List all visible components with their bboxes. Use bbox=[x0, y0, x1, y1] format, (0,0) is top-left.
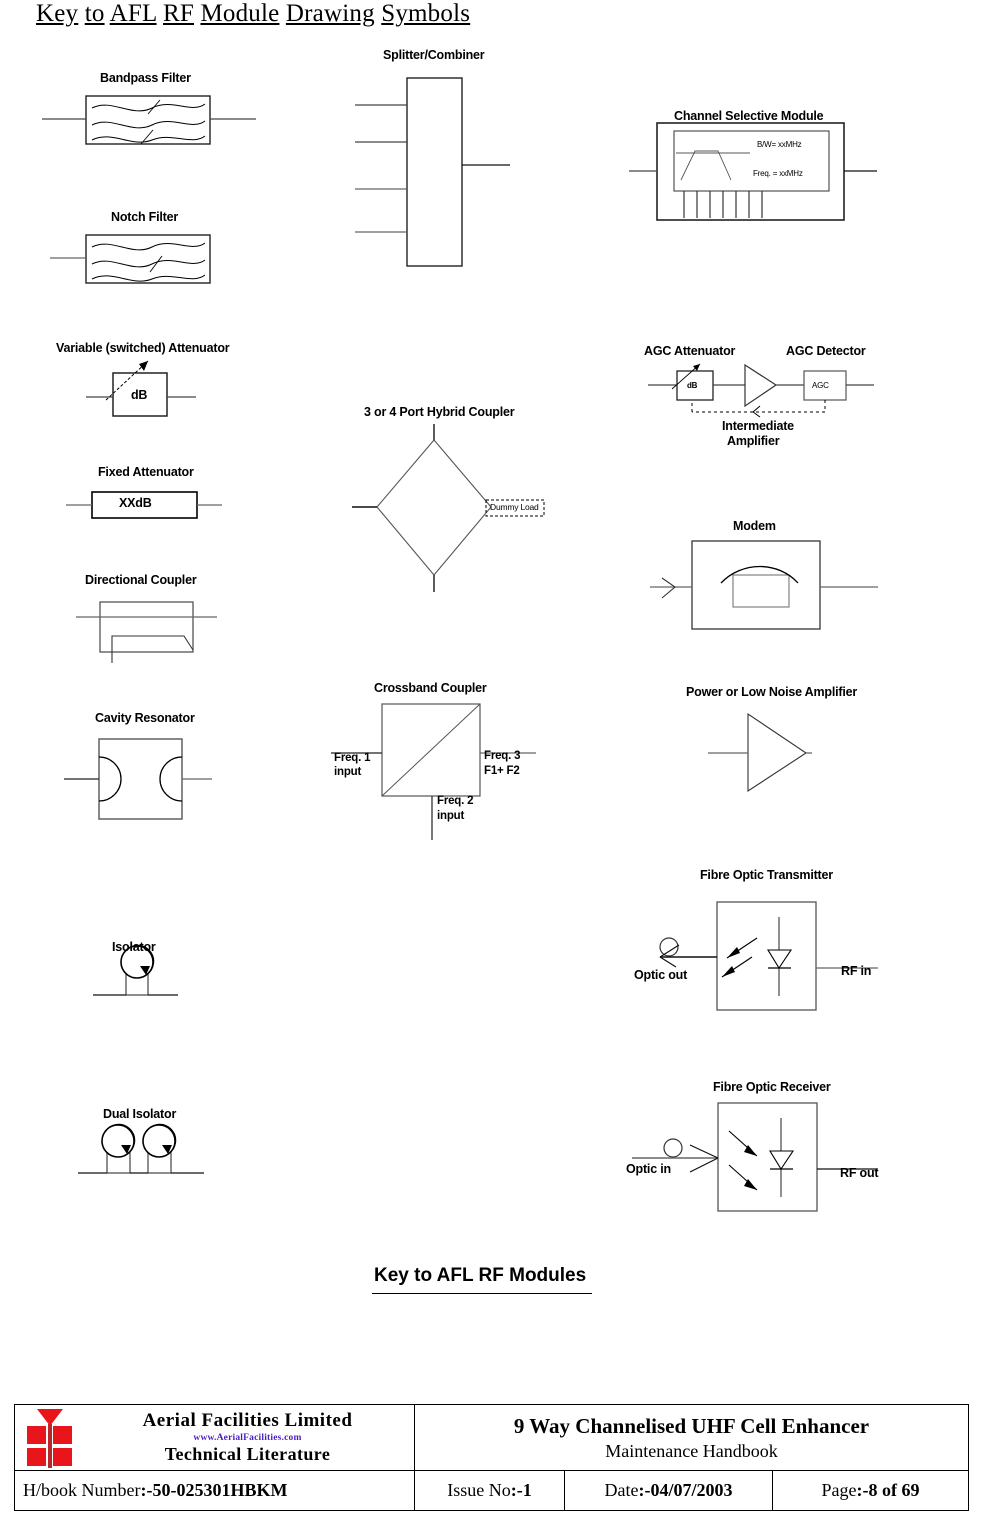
handbook-number-label: H/book Number bbox=[23, 1480, 141, 1500]
footer-top-row: Aerial Facilities Limited www.AerialFaci… bbox=[15, 1405, 968, 1471]
issue-number-label: Issue No bbox=[447, 1480, 511, 1500]
date-value: :-04/07/2003 bbox=[638, 1480, 733, 1500]
logo-triangle bbox=[37, 1408, 63, 1426]
label-crossband-port1: Freq. 1 bbox=[334, 752, 371, 764]
label-crossband-port2-sub: input bbox=[437, 810, 465, 822]
label-agc-detector-value: AGC bbox=[812, 381, 829, 390]
symbol-notch-filter bbox=[50, 234, 211, 284]
label-channel-frequency: Freq. = xxMHz bbox=[753, 169, 803, 178]
label-modem: Modem bbox=[733, 519, 776, 533]
label-cavity-resonator: Cavity Resonator bbox=[95, 711, 195, 725]
label-directional-coupler: Directional Coupler bbox=[85, 573, 197, 587]
label-rf-in: RF in bbox=[841, 964, 872, 978]
label-crossband-coupler: Crossband Coupler bbox=[374, 681, 487, 695]
symbol-agc-chain bbox=[648, 363, 874, 418]
label-dummy-load: Dummy Load bbox=[490, 502, 539, 512]
aerial-facilities-logo-icon bbox=[25, 1408, 75, 1468]
label-splitter-combiner: Splitter/Combiner bbox=[383, 48, 485, 62]
footer-title-cell: 9 Way Channelised UHF Cell Enhancer Main… bbox=[415, 1405, 968, 1470]
handbook-number-value: :-50-025301HBKM bbox=[140, 1480, 288, 1500]
logo-square bbox=[53, 1447, 72, 1466]
logo-square bbox=[27, 1425, 46, 1444]
symbol-fibre-optic-transmitter bbox=[659, 901, 878, 1011]
symbol-fibre-optic-receiver bbox=[632, 1102, 878, 1212]
label-dual-isolator: Dual Isolator bbox=[103, 1107, 177, 1121]
page-number-value: :-8 of 69 bbox=[856, 1480, 920, 1500]
footer-company-block: Aerial Facilities Limited www.AerialFaci… bbox=[81, 1410, 414, 1465]
footer-logo-cell: Aerial Facilities Limited www.AerialFaci… bbox=[15, 1405, 415, 1470]
symbol-power-amplifier bbox=[708, 712, 812, 793]
company-division: Technical Literature bbox=[164, 1444, 331, 1464]
symbol-cavity-resonator bbox=[64, 738, 212, 820]
label-optic-in: Optic in bbox=[626, 1162, 671, 1176]
label-isolator: Isolator bbox=[112, 940, 156, 954]
logo-square bbox=[53, 1425, 72, 1444]
label-fibre-optic-receiver: Fibre Optic Receiver bbox=[713, 1080, 831, 1094]
symbol-modem bbox=[650, 540, 878, 630]
label-optic-out: Optic out bbox=[634, 968, 688, 982]
date-label: Date bbox=[604, 1480, 639, 1500]
label-agc-detector: AGC Detector bbox=[786, 344, 866, 358]
symbol-directional-coupler bbox=[76, 601, 217, 663]
issue-number-cell: Issue No:-1 bbox=[415, 1471, 565, 1510]
label-fixed-attenuator-value: XXdB bbox=[119, 496, 152, 510]
page-number-cell: Page:-8 of 69 bbox=[773, 1471, 968, 1510]
company-name: Aerial Facilities Limited bbox=[142, 1410, 353, 1431]
label-power-amplifier: Power or Low Noise Amplifier bbox=[686, 685, 858, 699]
label-notch-filter: Notch Filter bbox=[111, 210, 179, 224]
logo-stem bbox=[48, 1423, 52, 1468]
document-page: Key to AFL RF Module Drawing Symbols Ban… bbox=[0, 0, 981, 1519]
label-variable-attenuator: Variable (switched) Attenuator bbox=[56, 341, 230, 355]
label-intermediate-amplifier: Intermediate bbox=[722, 419, 794, 433]
symbol-dual-isolator bbox=[78, 1123, 204, 1174]
diagram-caption: Key to AFL RF Modules bbox=[374, 1265, 587, 1286]
label-crossband-port2: Freq. 2 bbox=[437, 795, 474, 807]
label-agc-attenuator: AGC Attenuator bbox=[644, 344, 736, 358]
handbook-number-cell: H/book Number:-50-025301HBKM bbox=[15, 1471, 415, 1510]
label-channel-selective-module: Channel Selective Module bbox=[674, 109, 824, 123]
label-crossband-port3-sub: F1+ F2 bbox=[484, 765, 520, 777]
rf-symbols-diagram bbox=[42, 77, 878, 1212]
label-fixed-attenuator: Fixed Attenuator bbox=[98, 465, 194, 479]
document-subtitle: Maintenance Handbook bbox=[605, 1440, 778, 1461]
company-website: www.AerialFacilities.com bbox=[193, 1433, 302, 1443]
label-agc-attenuator-value: dB bbox=[687, 381, 698, 390]
footer-bottom-row: H/book Number:-50-025301HBKM Issue No:-1… bbox=[15, 1471, 968, 1510]
issue-number-value: :-1 bbox=[510, 1480, 532, 1500]
label-channel-bandwidth: B/W= xxMHz bbox=[757, 140, 802, 149]
label-rf-out: RF out bbox=[840, 1166, 879, 1180]
symbol-bandpass-filter bbox=[42, 95, 256, 145]
page-number-label: Page bbox=[821, 1480, 857, 1500]
document-title: 9 Way Channelised UHF Cell Enhancer bbox=[513, 1413, 870, 1438]
date-cell: Date:-04/07/2003 bbox=[565, 1471, 773, 1510]
label-hybrid-coupler: 3 or 4 Port Hybrid Coupler bbox=[364, 405, 515, 419]
label-variable-attenuator-value: dB bbox=[131, 388, 148, 402]
label-fibre-optic-transmitter: Fibre Optic Transmitter bbox=[700, 868, 833, 882]
label-intermediate-amplifier-line2: Amplifier bbox=[727, 434, 780, 448]
symbol-splitter-combiner bbox=[355, 77, 510, 267]
page-footer: Aerial Facilities Limited www.AerialFaci… bbox=[14, 1404, 969, 1511]
diagram-caption-underline bbox=[372, 1293, 592, 1294]
logo-square bbox=[27, 1447, 46, 1466]
label-crossband-port1-sub: input bbox=[334, 766, 362, 778]
label-crossband-port3: Freq. 3 bbox=[484, 750, 521, 762]
label-bandpass-filter: Bandpass Filter bbox=[100, 71, 191, 85]
